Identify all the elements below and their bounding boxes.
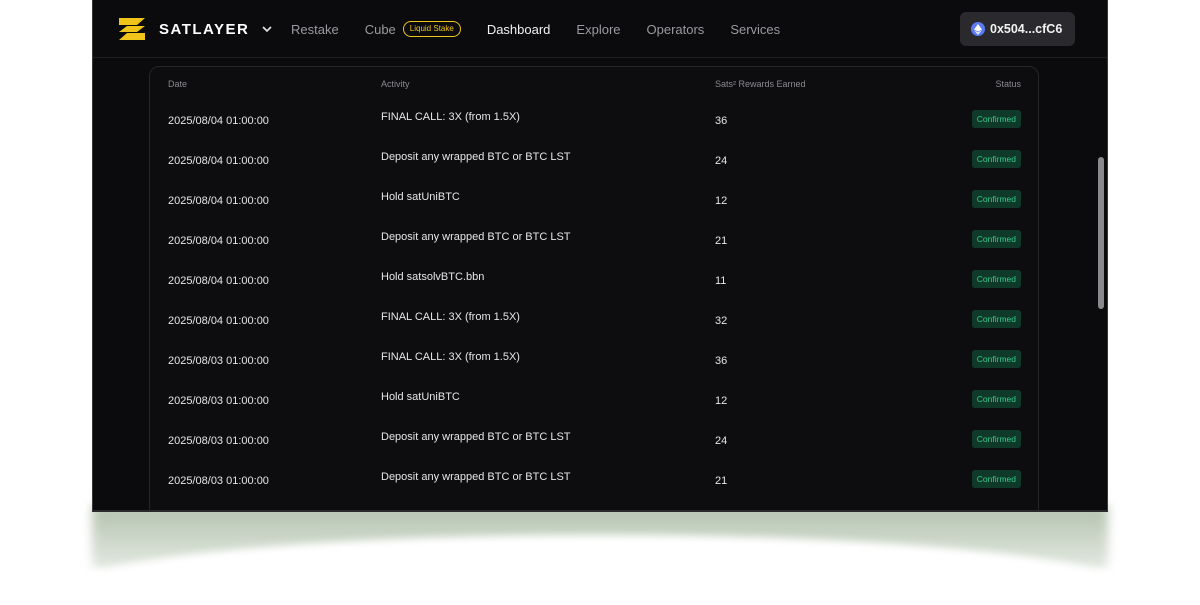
row-rewards: 11 xyxy=(715,275,727,287)
main-nav: Restake Cube Liquid Stake Dashboard Expl… xyxy=(291,0,806,58)
nav-explore[interactable]: Explore xyxy=(576,22,620,37)
table-header: Date Activity Sats² Rewards Earned Statu… xyxy=(150,67,1038,101)
nav-restake[interactable]: Restake xyxy=(291,22,339,37)
table-row: 2025/08/04 01:00:00 Hold satUniBTC 12 Co… xyxy=(150,181,1038,221)
nav-dashboard[interactable]: Dashboard xyxy=(487,22,551,37)
row-date: 2025/08/04 01:00:00 xyxy=(168,235,269,247)
header-status: Status xyxy=(995,79,1021,89)
row-activity: Deposit any wrapped BTC or BTC LST xyxy=(381,431,571,443)
nav-services[interactable]: Services xyxy=(730,22,780,37)
chevron-down-icon[interactable] xyxy=(261,23,273,35)
row-activity: Hold satUniBTC xyxy=(381,391,460,403)
status-badge: Confirmed xyxy=(971,270,1021,288)
row-rewards: 36 xyxy=(715,115,728,127)
status-badge: Confirmed xyxy=(971,430,1021,448)
status-badge: Confirmed xyxy=(971,470,1021,488)
row-date: 2025/08/03 01:00:00 xyxy=(168,435,269,447)
row-rewards: 36 xyxy=(715,355,728,367)
wallet-button[interactable]: 0x504...cfC6 xyxy=(960,12,1075,46)
ethereum-icon xyxy=(971,22,985,36)
table-row: 2025/08/04 01:00:00 FINAL CALL: 3X (from… xyxy=(150,101,1038,141)
status-badge: Confirmed xyxy=(971,310,1021,328)
row-rewards: 12 xyxy=(715,195,728,207)
table-row: 2025/08/04 01:00:00 FINAL CALL: 3X (from… xyxy=(150,301,1038,341)
brand-name: SATLAYER xyxy=(159,20,250,38)
table-row: 2025/08/04 01:00:00 Deposit any wrapped … xyxy=(150,141,1038,181)
row-rewards: 24 xyxy=(715,435,728,447)
row-rewards: 32 xyxy=(715,315,728,327)
row-activity: Hold satsolvBTC.bbn xyxy=(381,271,485,283)
row-date: 2025/08/04 01:00:00 xyxy=(168,315,269,327)
status-badge: Confirmed xyxy=(971,390,1021,408)
header-rewards: Sats² Rewards Earned xyxy=(715,79,806,89)
row-date: 2025/08/04 01:00:00 xyxy=(168,195,269,207)
row-rewards: 21 xyxy=(715,235,728,247)
table-row: 2025/08/04 01:00:00 Deposit any wrapped … xyxy=(150,221,1038,261)
row-rewards: 21 xyxy=(715,475,728,487)
status-badge: Confirmed xyxy=(971,190,1021,208)
row-date: 2025/08/04 01:00:00 xyxy=(168,115,269,127)
row-rewards: 12 xyxy=(715,395,728,407)
nav-operators[interactable]: Operators xyxy=(647,22,705,37)
table-row: 2025/08/03 01:00:00 Deposit any wrapped … xyxy=(150,421,1038,461)
row-date: 2025/08/03 01:00:00 xyxy=(168,355,269,367)
nav-restake-label: Restake xyxy=(291,21,339,37)
activity-table: Date Activity Sats² Rewards Earned Statu… xyxy=(149,66,1039,510)
status-badge: Confirmed xyxy=(971,350,1021,368)
status-badge: Confirmed xyxy=(971,110,1021,128)
nav-dashboard-label: Dashboard xyxy=(486,21,551,37)
top-navbar: SATLAYER Restake Cube Liquid Stake Dashb… xyxy=(93,0,1107,58)
header-activity: Activity xyxy=(381,79,410,89)
status-badge: Confirmed xyxy=(971,150,1021,168)
liquid-stake-badge: Liquid Stake xyxy=(402,21,461,37)
scrollbar-thumb[interactable] xyxy=(1098,157,1104,309)
row-date: 2025/08/04 01:00:00 xyxy=(168,275,269,287)
row-activity: Deposit any wrapped BTC or BTC LST xyxy=(381,151,571,163)
stage: SATLAYER Restake Cube Liquid Stake Dashb… xyxy=(0,0,1200,605)
satlayer-logo-icon xyxy=(119,18,145,40)
row-activity: Deposit any wrapped BTC or BTC LST xyxy=(381,471,571,483)
brand-logo[interactable]: SATLAYER xyxy=(115,16,273,42)
nav-explore-label: Explore xyxy=(576,21,621,37)
status-badge: Confirmed xyxy=(971,230,1021,248)
table-row: 2025/08/03 01:00:00 Hold satUniBTC 12 Co… xyxy=(150,381,1038,421)
app-window: SATLAYER Restake Cube Liquid Stake Dashb… xyxy=(92,0,1108,512)
table-row: 2025/08/03 01:00:00 FINAL CALL: 3X (from… xyxy=(150,341,1038,381)
table-row: 2025/08/03 01:00:00 Deposit any wrapped … xyxy=(150,461,1038,501)
row-date: 2025/08/03 01:00:00 xyxy=(168,475,269,487)
row-date: 2025/08/04 01:00:00 xyxy=(168,155,269,167)
row-activity: FINAL CALL: 3X (from 1.5X) xyxy=(381,111,520,123)
nav-services-label: Services xyxy=(730,21,781,37)
nav-cube-label: Cube xyxy=(364,21,396,37)
row-date: 2025/08/03 01:00:00 xyxy=(168,395,269,407)
row-activity: FINAL CALL: 3X (from 1.5X) xyxy=(381,311,520,323)
row-activity: Hold satUniBTC xyxy=(381,191,460,203)
header-date: Date xyxy=(168,79,188,89)
wallet-address: 0x504...cfC6 xyxy=(990,22,1063,36)
row-rewards: 24 xyxy=(715,155,728,167)
nav-operators-label: Operators xyxy=(646,21,705,37)
row-activity: FINAL CALL: 3X (from 1.5X) xyxy=(381,351,520,363)
row-activity: Deposit any wrapped BTC or BTC LST xyxy=(381,231,571,243)
table-row: 2025/08/04 01:00:00 Hold satsolvBTC.bbn … xyxy=(150,261,1038,301)
nav-cube[interactable]: Cube Liquid Stake xyxy=(365,21,461,37)
